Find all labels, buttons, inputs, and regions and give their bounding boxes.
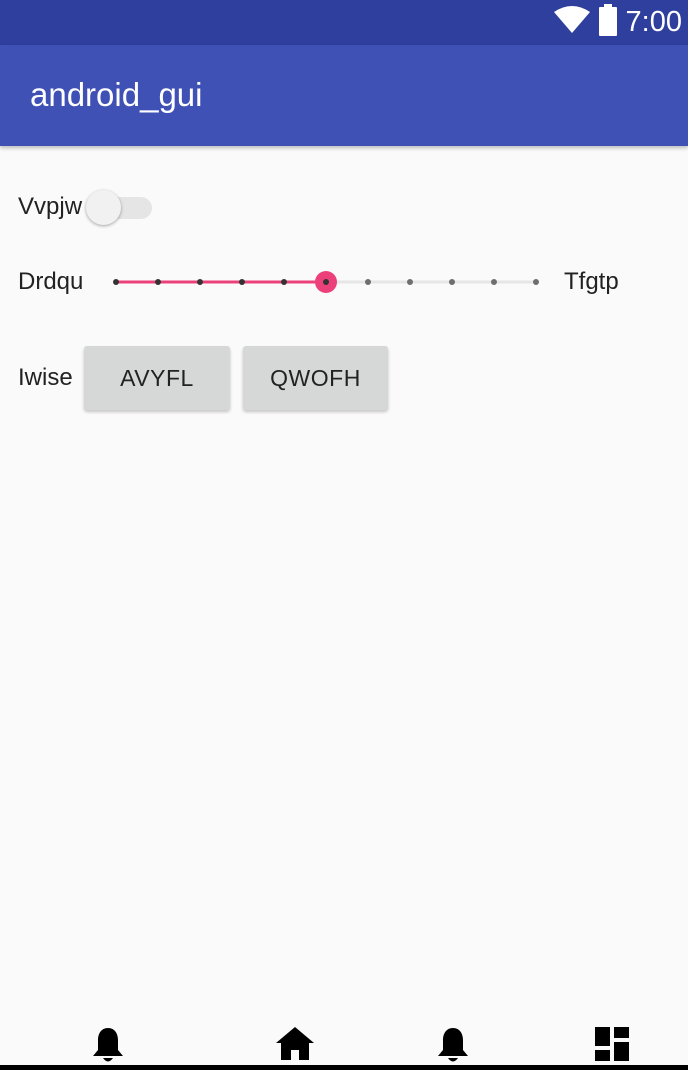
battery-icon (598, 4, 618, 41)
bottom-nav (0, 1020, 688, 1070)
slider-tick (239, 279, 245, 285)
bell-icon (92, 1026, 124, 1066)
avyfl-button[interactable]: AVYFL (84, 346, 230, 410)
nav-notifications-2[interactable] (433, 1026, 473, 1066)
slider-right-label: Tfgtp (564, 268, 619, 295)
bottom-edge (0, 1065, 688, 1070)
bell-icon (437, 1026, 469, 1066)
switch-label: Vvpjw (18, 193, 83, 220)
slider-tick (407, 279, 413, 285)
dashboard-icon (595, 1027, 629, 1067)
app-bar: android_gui (0, 45, 688, 146)
slider-graphic (113, 271, 539, 293)
slider-tick (281, 279, 287, 285)
home-icon (276, 1026, 314, 1066)
slider-thumb-tick (323, 279, 329, 285)
slider-tick (197, 279, 203, 285)
slider-tick (365, 279, 371, 285)
nav-notifications-1[interactable] (88, 1026, 128, 1066)
status-time: 7:00 (625, 6, 682, 38)
slider-tick (449, 279, 455, 285)
screen: 7:00 android_gui Vvpjw Drdqu Tfgtp Iwise… (0, 0, 688, 1070)
status-icons: 7:00 (553, 0, 682, 45)
qwofh-button[interactable]: QWOFH (243, 346, 388, 410)
slider-tick (155, 279, 161, 285)
slider-left-label: Drdqu (18, 268, 84, 295)
discrete-slider[interactable] (104, 262, 550, 302)
slider-tick (491, 279, 497, 285)
nav-home[interactable] (275, 1026, 315, 1066)
toggle-switch[interactable] (84, 190, 152, 226)
slider-tick (533, 279, 539, 285)
app-title: android_gui (30, 76, 203, 113)
slider-tick (113, 279, 119, 285)
wifi-icon (553, 6, 590, 39)
status-bar: 7:00 (0, 0, 688, 45)
switch-thumb (86, 190, 121, 225)
nav-dashboard[interactable] (592, 1027, 632, 1067)
button-row-label: Iwise (18, 364, 73, 391)
